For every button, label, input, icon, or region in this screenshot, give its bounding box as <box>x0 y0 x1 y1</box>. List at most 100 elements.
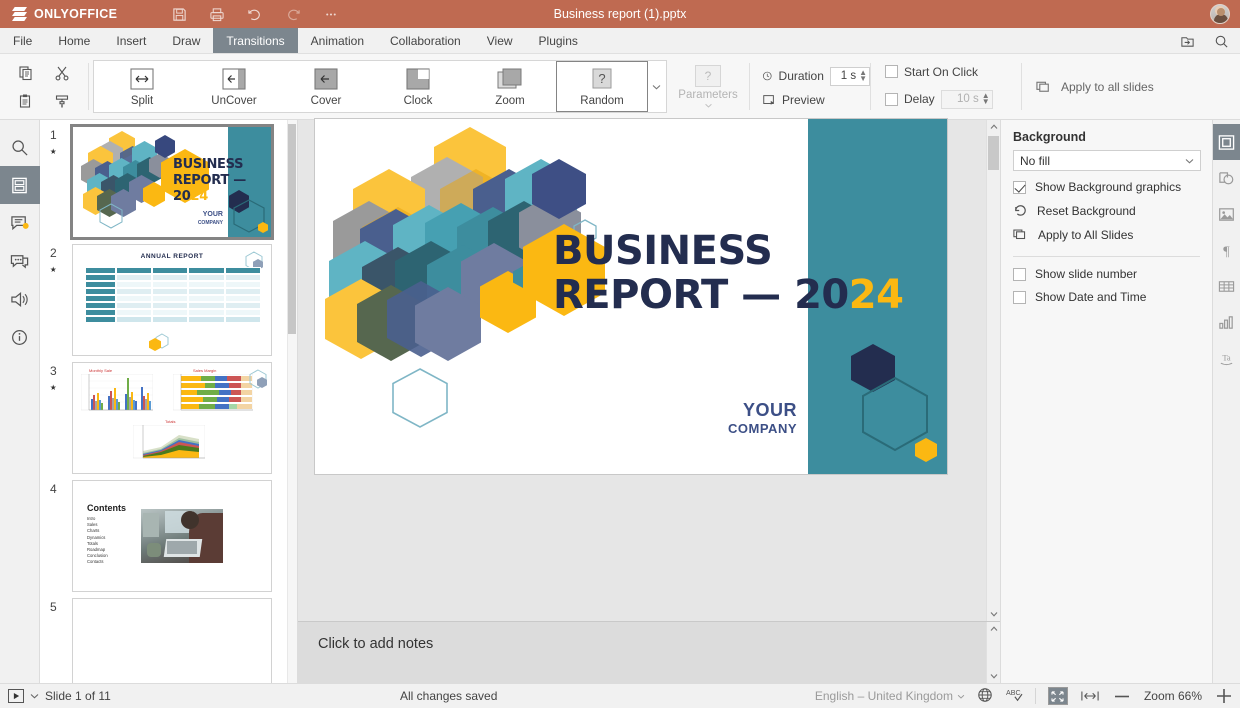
feedback-icon[interactable] <box>0 280 40 318</box>
title-pre: REPORT — 20 <box>553 272 849 318</box>
fit-to-slide-icon[interactable] <box>1048 687 1068 705</box>
menu-item-view[interactable]: View <box>474 28 526 53</box>
thumbnail-item-5[interactable]: 5 <box>40 592 297 683</box>
scroll-up-icon[interactable] <box>987 120 1001 134</box>
transition-split[interactable]: Split <box>96 61 188 112</box>
format-painter-icon[interactable] <box>44 87 80 115</box>
print-icon[interactable] <box>198 0 236 28</box>
scroll-up-icon[interactable] <box>987 622 1001 636</box>
fit-to-width-icon[interactable] <box>1080 687 1100 705</box>
transition-clock[interactable]: Clock <box>372 61 464 112</box>
more-icon[interactable] <box>312 0 350 28</box>
editor-scroll-thumb[interactable] <box>988 136 999 170</box>
image-settings-icon[interactable] <box>1213 196 1240 232</box>
menu-item-animation[interactable]: Animation <box>298 28 377 53</box>
thumbnail-preview[interactable]: BUSINESS REPORT — 2024 YOUR COMPANY <box>72 126 272 238</box>
brand-name: ONLYOFFICE <box>34 7 117 21</box>
paragraph-settings-icon[interactable]: ¶ <box>1213 232 1240 268</box>
table-settings-icon[interactable] <box>1213 268 1240 304</box>
thumbnail-preview[interactable]: ANNUAL REPORT <box>72 244 272 356</box>
transition-zoom[interactable]: Zoom <box>464 61 556 112</box>
set-document-language-icon[interactable] <box>977 687 993 706</box>
thumbnail-item-4[interactable]: 4 Contents Intro Sales Charts Dynamics T… <box>40 474 297 592</box>
thumbnail-item-3[interactable]: 3 ⭑ Monthly Sale Sales Margin <box>40 356 297 474</box>
undo-icon[interactable] <box>236 0 274 28</box>
slide-settings-icon[interactable] <box>1213 124 1240 160</box>
thumbnail-item-1[interactable]: 1 ⭑ <box>40 120 297 238</box>
gallery-expand-icon[interactable] <box>648 61 664 112</box>
show-background-graphics-checkbox[interactable] <box>1013 181 1026 194</box>
search-icon[interactable] <box>1206 28 1236 54</box>
show-date-time-checkbox[interactable] <box>1013 291 1026 304</box>
menu-item-transitions[interactable]: Transitions <box>213 28 297 53</box>
thumbnails-scrollbar-thumb[interactable] <box>288 124 296 334</box>
menu-item-collaboration[interactable]: Collaboration <box>377 28 474 53</box>
duration-input[interactable]: 1 s ▲▼ <box>830 67 870 86</box>
menu-item-insert[interactable]: Insert <box>103 28 159 53</box>
reset-background-row[interactable]: Reset Background <box>1013 203 1200 218</box>
show-background-graphics-row[interactable]: Show Background graphics <box>1013 180 1200 194</box>
delay-input[interactable]: 10 s ▲▼ <box>941 90 993 109</box>
delay-checkbox[interactable] <box>885 93 898 106</box>
editor-vertical-scrollbar[interactable] <box>986 120 1000 621</box>
zoom-out-button[interactable] <box>1112 687 1132 705</box>
about-icon[interactable] <box>0 318 40 356</box>
chart-title: Monthly Sale <box>89 368 112 373</box>
notes-pane[interactable]: Click to add notes <box>298 621 1000 683</box>
delay-row[interactable]: Delay 10 s ▲▼ <box>885 90 1021 109</box>
slide-thumbnails-panel[interactable]: 1 ⭑ <box>40 120 298 683</box>
apply-to-all-slides-row[interactable]: Apply to All Slides <box>1013 227 1200 242</box>
background-fill-select[interactable]: No fill <box>1013 150 1201 171</box>
show-slide-number-checkbox[interactable] <box>1013 268 1026 281</box>
menu-item-plugins[interactable]: Plugins <box>526 28 591 53</box>
open-file-location-icon[interactable] <box>1172 28 1202 54</box>
show-date-time-row[interactable]: Show Date and Time <box>1013 290 1200 304</box>
menu-item-draw[interactable]: Draw <box>159 28 213 53</box>
transition-random[interactable]: ? Random <box>556 61 648 112</box>
start-slideshow-icon[interactable] <box>8 689 24 703</box>
apply-to-all-slides-button[interactable]: Apply to all slides <box>1022 54 1154 119</box>
slide-canvas-area[interactable]: BUSINESS REPORT — 2024 YOUR COMPANY <box>298 120 1000 621</box>
transition-uncover[interactable]: UnCover <box>188 61 280 112</box>
menu-item-file[interactable]: File <box>0 28 45 53</box>
text-art-settings-icon[interactable]: Ta <box>1213 340 1240 376</box>
thumbnail-preview[interactable]: Contents Intro Sales Charts Dynamics Tot… <box>72 480 272 592</box>
delay-stepper[interactable]: ▲▼ <box>982 93 990 105</box>
transition-label: Clock <box>404 95 433 107</box>
shape-settings-icon[interactable] <box>1213 160 1240 196</box>
preview-row[interactable]: Preview <box>762 93 870 107</box>
menu-item-home[interactable]: Home <box>45 28 103 53</box>
slide-title[interactable]: BUSINESS REPORT — 2024 <box>553 229 933 317</box>
user-avatar[interactable] <box>1210 4 1230 24</box>
copy-icon[interactable] <box>8 59 44 87</box>
onlyoffice-presentation-editor: ONLYOFFICE Business report (1).pptx File… <box>0 0 1240 708</box>
thumbnails-scrollbar[interactable] <box>287 120 297 683</box>
cut-icon[interactable] <box>44 59 80 87</box>
duration-stepper[interactable]: ▲▼ <box>859 70 867 82</box>
chart-settings-icon[interactable] <box>1213 304 1240 340</box>
comments-icon[interactable] <box>0 204 40 242</box>
slides-icon[interactable] <box>0 166 40 204</box>
thumbnail-preview[interactable]: Monthly Sale Sales Margin <box>72 362 272 474</box>
chat-icon[interactable] <box>0 242 40 280</box>
thumbnail-item-2[interactable]: 2 ⭑ ANNUAL REPORT <box>40 238 297 356</box>
start-on-click-checkbox[interactable] <box>885 65 898 78</box>
thumbnail-preview[interactable] <box>72 598 272 683</box>
spell-checking-icon[interactable]: ABC <box>1005 687 1023 706</box>
zoom-in-button[interactable] <box>1214 687 1234 705</box>
redo-icon[interactable] <box>274 0 312 28</box>
paste-icon[interactable] <box>8 87 44 115</box>
start-on-click-row[interactable]: Start On Click <box>885 65 1021 79</box>
language-selector[interactable]: English – United Kingdom <box>815 689 965 703</box>
show-slide-number-row[interactable]: Show slide number <box>1013 267 1200 281</box>
parameters-button[interactable]: ? Parameters <box>667 54 749 119</box>
notes-scrollbar[interactable] <box>986 622 1000 683</box>
zoom-level-label[interactable]: Zoom 66% <box>1144 689 1202 703</box>
current-slide[interactable]: BUSINESS REPORT — 2024 YOUR COMPANY <box>314 118 948 475</box>
search-icon[interactable] <box>0 128 40 166</box>
scroll-down-icon[interactable] <box>987 607 1001 621</box>
save-icon[interactable] <box>160 0 198 28</box>
scroll-down-icon[interactable] <box>987 669 1001 683</box>
transition-cover[interactable]: Cover <box>280 61 372 112</box>
slide-company-block[interactable]: YOUR COMPANY <box>728 400 797 436</box>
